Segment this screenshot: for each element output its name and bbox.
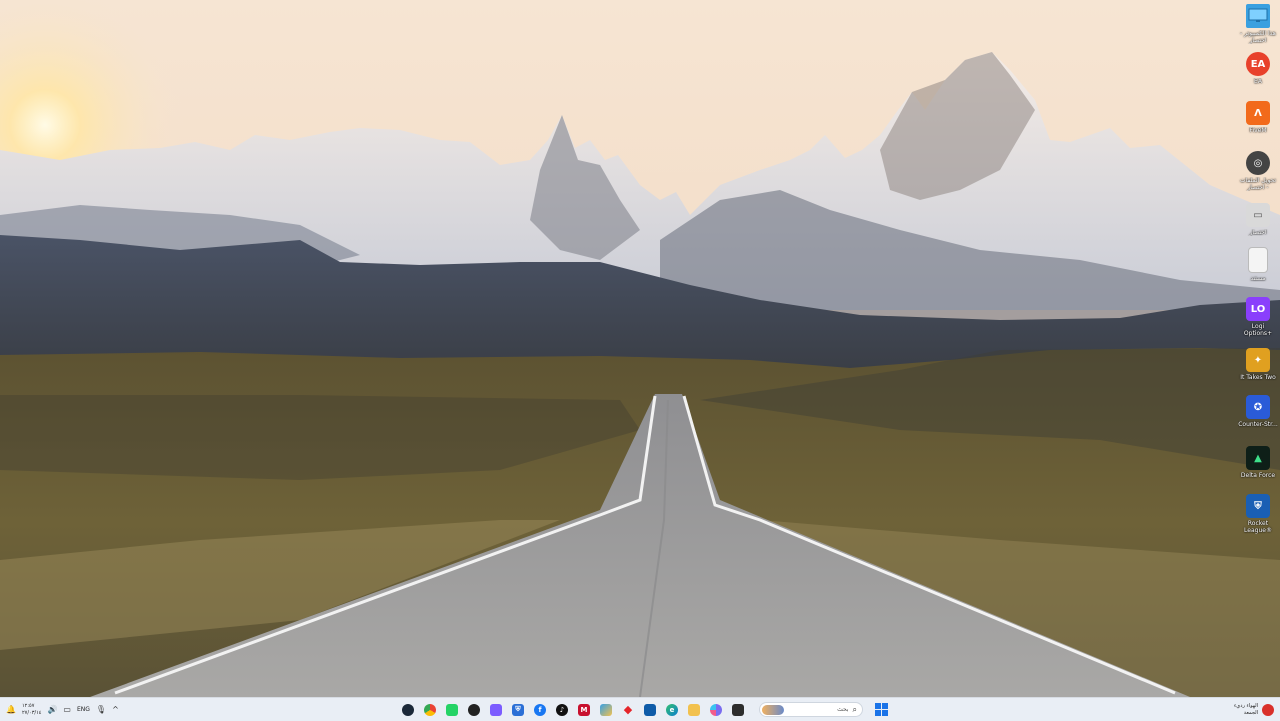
taskbar-app-purple[interactable] [487, 701, 505, 719]
desktop-icon-it-takes-two[interactable]: ✦ It Takes Two [1238, 348, 1278, 381]
monitor-icon [1246, 4, 1270, 28]
desktop-icon-logi-options[interactable]: LO Logi Options+ [1238, 297, 1278, 337]
taskbar-app-tiktok[interactable]: ♪ [553, 701, 571, 719]
weather-widget[interactable]: الهواء رديء الجمعة [1234, 698, 1274, 721]
document-shortcut-icon: ▭ [1246, 203, 1270, 227]
desktop-icon-label: EA [1254, 78, 1262, 85]
desktop-icon-label: تحويل الملفات - اختصار [1239, 177, 1277, 191]
chatgpt-icon [468, 703, 480, 716]
desktop-icon-label: FiveM [1249, 127, 1267, 134]
taskbar-app-steam[interactable] [399, 701, 417, 719]
shield-icon: ⛨ [512, 703, 524, 716]
taskbar-app-chatgpt[interactable] [465, 701, 483, 719]
desktop-icon-shortcut-doc[interactable]: ▭ اختصار [1238, 203, 1278, 236]
purple-app-icon [490, 703, 502, 716]
desktop-icon-counter-strike[interactable]: ✪ Counter-Str... [1238, 395, 1278, 428]
taskbar-app-terminal[interactable] [729, 701, 747, 719]
notification-bell-icon[interactable]: 🔔 [6, 705, 16, 714]
whatsapp-icon [446, 703, 458, 716]
desktop-icon-label: It Takes Two [1240, 374, 1276, 381]
weather-text: الهواء رديء الجمعة [1234, 703, 1258, 717]
desktop-icon-label: Logi Options+ [1243, 323, 1273, 337]
photos-icon [600, 703, 612, 716]
taskbar-search-box[interactable]: بحث ⌕ [759, 702, 863, 717]
system-tray: 🔔 ١٢:٥٧ ٢٧/٠٣/١٤ 🔊 ▭ ENG 🎙 ^ [6, 698, 119, 721]
taskbar-app-photos[interactable] [597, 701, 615, 719]
network-icon[interactable]: ▭ [63, 705, 71, 714]
search-highlight-thumbnail [762, 705, 784, 715]
store-icon [644, 703, 656, 716]
copilot-icon [710, 703, 722, 716]
volume-icon[interactable]: 🔊 [47, 705, 57, 714]
taskbar-app-store[interactable] [641, 701, 659, 719]
blank-document-icon [1248, 247, 1268, 273]
desktop-icon-shortcut-circle[interactable]: ◎ تحويل الملفات - اختصار [1238, 151, 1278, 191]
folder-icon [688, 703, 700, 716]
desktop-icon-label: اختصار [1249, 229, 1267, 236]
desktop-icon-rocket-league[interactable]: ⛨ Rocket League® [1238, 494, 1278, 534]
logi-options-icon: LO [1246, 297, 1270, 321]
desktop-icon-fivem[interactable]: Λ FiveM [1238, 101, 1278, 134]
taskbar-app-facebook[interactable]: f [531, 701, 549, 719]
taskbar: 🔔 ١٢:٥٧ ٢٧/٠٣/١٤ 🔊 ▭ ENG 🎙 ^ ⛨ f ♪ M ◆ e… [0, 697, 1280, 721]
taskbar-app-defender[interactable]: ⛨ [509, 701, 527, 719]
it-takes-two-icon: ✦ [1246, 348, 1270, 372]
search-placeholder: بحث [837, 706, 849, 713]
taskbar-app-mcafee[interactable]: M [575, 701, 593, 719]
facebook-icon: f [534, 703, 546, 716]
taskbar-app-whatsapp[interactable] [443, 701, 461, 719]
clock-time: ١٢:٥٧ [21, 702, 35, 709]
red-diamond-icon: ◆ [623, 703, 633, 716]
language-indicator[interactable]: ENG [77, 706, 90, 713]
chrome-icon [424, 703, 436, 716]
weather-status: الهواء رديء [1233, 702, 1258, 709]
taskbar-app-chrome[interactable] [421, 701, 439, 719]
clock-date: ٢٧/٠٣/١٤ [21, 709, 42, 716]
delta-force-icon: ▲ [1246, 446, 1270, 470]
ea-logo-icon: EA [1246, 52, 1270, 76]
desktop-icon-document[interactable]: مستند [1238, 247, 1278, 282]
desktop-icon-label: هذا الكمبيوتر - اختصار [1240, 30, 1276, 44]
windows-logo-icon [874, 703, 881, 709]
circle-logo-icon: ◎ [1246, 151, 1270, 175]
search-icon: ⌕ [852, 704, 857, 714]
desktop-icon-label: Counter-Str... [1238, 421, 1278, 428]
air-quality-icon [1262, 703, 1274, 716]
show-hidden-icons-chevron-icon[interactable]: ^ [112, 705, 119, 714]
desktop-wallpaper [0, 0, 1280, 697]
desktop-icon-label: Rocket League® [1244, 520, 1272, 534]
edge-icon: e [666, 703, 678, 716]
clock[interactable]: ١٢:٥٧ ٢٧/٠٣/١٤ [22, 703, 41, 717]
counter-strike-icon: ✪ [1246, 395, 1270, 419]
desktop-icon-this-pc[interactable]: هذا الكمبيوتر - اختصار [1238, 4, 1278, 44]
desktop-icon-label: Delta Force [1240, 472, 1276, 479]
taskbar-app-red[interactable]: ◆ [619, 701, 637, 719]
taskbar-app-copilot[interactable] [707, 701, 725, 719]
desktop-icon-ea[interactable]: EA EA [1238, 52, 1278, 85]
taskbar-pinned-apps: ⛨ f ♪ M ◆ e بحث ⌕ [399, 700, 889, 719]
terminal-icon [732, 703, 744, 716]
desktop-icon-label: مستند [1250, 275, 1266, 282]
taskbar-app-edge[interactable]: e [663, 701, 681, 719]
fivem-logo-icon: Λ [1246, 101, 1270, 125]
desktop-icon-column: هذا الكمبيوتر - اختصار EA EA Λ FiveM ◎ ت… [1238, 0, 1278, 697]
start-button[interactable] [873, 702, 889, 718]
tiktok-icon: ♪ [556, 703, 568, 716]
taskbar-app-explorer[interactable] [685, 701, 703, 719]
desktop-icon-delta-force[interactable]: ▲ Delta Force [1238, 446, 1278, 479]
weather-day: الجمعة [1243, 709, 1258, 716]
mcafee-icon: M [578, 703, 590, 716]
microphone-icon[interactable]: 🎙 [96, 705, 106, 714]
rocket-league-icon: ⛨ [1246, 494, 1270, 518]
steam-icon [402, 703, 414, 716]
